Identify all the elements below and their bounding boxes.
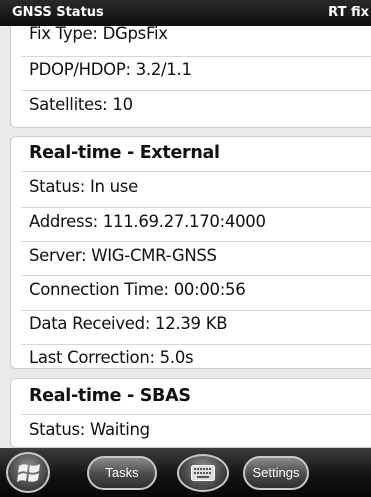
sbas-status-row: Status: Waiting [29,420,150,439]
satellites-row: Satellites: 10 [29,95,133,114]
external-last-correction-row: Last Correction: 5.0s [29,348,194,367]
taskbar: Tasks Settings [0,448,371,497]
windows-flag-icon [17,464,40,482]
start-button[interactable] [6,452,50,493]
external-data-received-row: Data Received: 12.39 KB [29,314,228,333]
external-connection-time-row: Connection Time: 00:00:56 [29,280,246,299]
pdop-hdop-row: PDOP/HDOP: 3.2/1.1 [29,60,192,79]
external-server-row: Server: WIG-CMR-GNSS [29,246,217,265]
realtime-sbas-card: Real-time - SBAS Status: Waiting [10,378,371,448]
realtime-sbas-heading: Real-time - SBAS [29,386,191,406]
realtime-external-heading: Real-time - External [29,143,220,163]
keyboard-icon [191,465,215,481]
rt-fix-indicator: RT fix [328,5,369,20]
keyboard-button[interactable] [177,454,229,492]
external-address-row: Address: 111.69.27.170:4000 [29,212,266,231]
fix-type-row: Fix Type: DGpsFix [29,26,168,43]
settings-button[interactable]: Settings [243,456,309,490]
tasks-button[interactable]: Tasks [87,456,157,490]
fix-card: Fix Type: DGpsFix PDOP/HDOP: 3.2/1.1 Sat… [10,26,371,128]
title-bar: GNSS Status RT fix [0,0,371,26]
status-scroll-area[interactable]: Fix Type: DGpsFix PDOP/HDOP: 3.2/1.1 Sat… [0,26,371,448]
realtime-external-card: Real-time - External Status: In use Addr… [10,136,371,369]
app-title: GNSS Status [12,5,104,20]
external-status-row: Status: In use [29,177,138,196]
